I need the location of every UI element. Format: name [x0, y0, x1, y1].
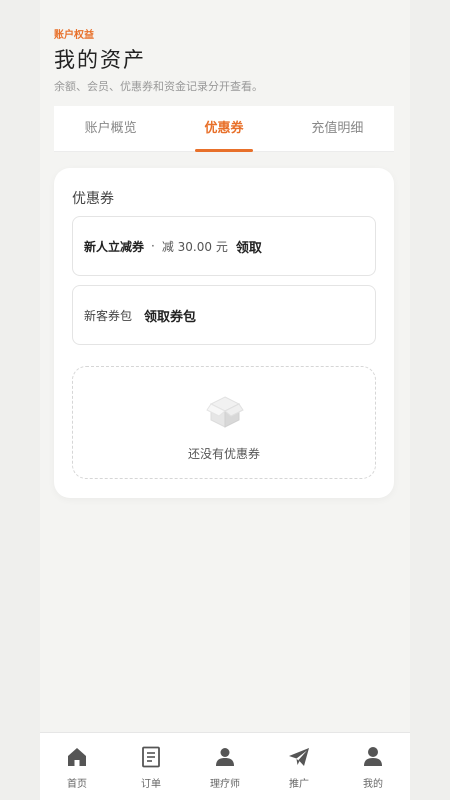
- claim-coupon-pack-button[interactable]: 领取券包: [144, 306, 196, 325]
- coupons-card: 优惠券 新人立减券 · 减 30.00 元 领取 新客券包 领取券包 还没有优惠…: [54, 168, 394, 498]
- order-icon: [142, 746, 160, 768]
- coupon-name: 新客券包: [84, 308, 133, 323]
- tab-bar: 账户概览 优惠券 充值明细: [54, 106, 394, 152]
- page: 账户权益 我的资产 余额、会员、优惠券和资金记录分开查看。 账户概览 优惠券 充…: [40, 0, 410, 800]
- claim-coupon-button[interactable]: 领取: [236, 237, 262, 256]
- tabbar-label: 我的: [363, 779, 383, 790]
- empty-box-icon: [206, 396, 244, 428]
- tabbar-item-promotion[interactable]: 推广: [262, 733, 336, 800]
- coupon-amount: 减 30.00 元: [161, 239, 228, 254]
- profile-icon: [364, 747, 382, 766]
- coupon-item-new-customer-pack: 新客券包 领取券包: [72, 285, 376, 345]
- tab-coupons[interactable]: 优惠券: [167, 106, 280, 151]
- tabbar-label: 推广: [289, 779, 309, 790]
- therapist-icon: [216, 748, 234, 766]
- empty-coupons-text: 还没有优惠券: [187, 447, 260, 461]
- tabbar-label: 订单: [141, 779, 161, 790]
- tabbar-label: 理疗师: [210, 779, 240, 790]
- header-tag: 账户权益: [54, 30, 94, 41]
- tabbar-label: 首页: [67, 779, 87, 790]
- page-subtitle: 余额、会员、优惠券和资金记录分开查看。: [54, 80, 263, 93]
- tab-recharge-details[interactable]: 充值明细: [281, 106, 394, 151]
- home-icon: [68, 748, 86, 766]
- bottom-tab-bar: 首页 订单 理疗师 推广 我的: [40, 732, 410, 800]
- empty-coupons-placeholder: 还没有优惠券: [72, 366, 376, 479]
- coupon-separator: ·: [151, 239, 155, 253]
- tabbar-item-home[interactable]: 首页: [40, 733, 114, 800]
- coupon-item-new-user: 新人立减券 · 减 30.00 元 领取: [72, 216, 376, 276]
- page-title: 我的资产: [54, 48, 146, 72]
- tabbar-item-profile[interactable]: 我的: [336, 733, 410, 800]
- coupons-card-title: 优惠券: [72, 191, 114, 207]
- send-icon: [289, 748, 309, 766]
- tabbar-item-therapist[interactable]: 理疗师: [188, 733, 262, 800]
- tabbar-item-orders[interactable]: 订单: [114, 733, 188, 800]
- coupon-name: 新人立减券: [84, 239, 145, 254]
- tab-account-overview[interactable]: 账户概览: [54, 106, 167, 151]
